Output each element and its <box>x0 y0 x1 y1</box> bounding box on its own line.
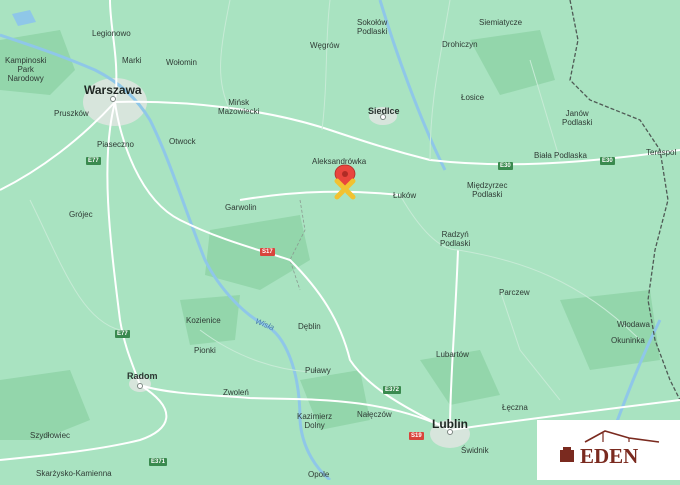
city-label-siemiatycze[interactable]: Siemiatycze <box>479 18 522 27</box>
city-label-siedlce[interactable]: Siedlce <box>368 107 400 116</box>
road-shield-e77-south: E77 <box>115 330 130 338</box>
city-label-sokolow-podlaski[interactable]: Sokołów Podlaski <box>357 18 387 36</box>
road-shield-e30-east: E30 <box>600 157 615 165</box>
city-label-drohiczyn[interactable]: Drohiczyn <box>442 40 478 49</box>
city-label-lubartow[interactable]: Lubartów <box>436 350 469 359</box>
city-label-wlodawa[interactable]: Włodawa <box>617 320 650 329</box>
road-shield-e30: E30 <box>498 162 513 170</box>
road-shield-s17: S17 <box>260 248 275 256</box>
city-label-wegrow[interactable]: Węgrów <box>310 41 339 50</box>
city-label-biala-podlaska[interactable]: Biała Podlaska <box>534 151 587 160</box>
city-label-garwolin[interactable]: Garwolin <box>225 203 257 212</box>
city-label-janow-podlaski[interactable]: Janów Podlaski <box>562 109 592 127</box>
city-label-naleczow[interactable]: Nałęczów <box>357 410 392 419</box>
city-label-legionowo[interactable]: Legionowo <box>92 29 131 38</box>
road-shield-s19: S19 <box>409 432 424 440</box>
city-label-deblin[interactable]: Dęblin <box>298 322 321 331</box>
city-label-skarzysko-kamienna[interactable]: Skarżysko-Kamienna <box>36 469 112 478</box>
map-canvas[interactable] <box>0 0 680 480</box>
city-label-wolomin[interactable]: Wołomin <box>166 58 197 67</box>
road-shield-e77: E77 <box>86 157 101 165</box>
city-label-marki[interactable]: Marki <box>122 56 142 65</box>
city-label-lukow[interactable]: Łuków <box>393 191 416 200</box>
location-pin-icon[interactable] <box>330 163 360 203</box>
city-label-warszawa[interactable]: Warszawa <box>84 84 142 97</box>
city-label-pruszkow[interactable]: Pruszków <box>54 109 89 118</box>
eden-logo-mark-icon: EDEN <box>560 430 660 468</box>
city-label-radzyn-podlaski[interactable]: Radzyń Podlaski <box>440 230 470 248</box>
city-label-otwock[interactable]: Otwock <box>169 137 196 146</box>
road-shield-e372: E372 <box>383 386 402 394</box>
city-label-kozienice[interactable]: Kozienice <box>186 316 221 325</box>
city-label-opole[interactable]: Opole <box>308 470 329 479</box>
city-label-minsk-mazowiecki[interactable]: Mińsk Mazowiecki <box>218 98 259 116</box>
city-label-leczna[interactable]: Łęczna <box>502 403 528 412</box>
city-label-grojec[interactable]: Grójec <box>69 210 93 219</box>
park-label-kampinoski[interactable]: Kampinoski Park Narodowy <box>5 56 46 83</box>
city-label-parczew[interactable]: Parczew <box>499 288 530 297</box>
city-label-piaseczno[interactable]: Piaseczno <box>97 140 134 149</box>
city-label-okuninka[interactable]: Okuninka <box>611 336 645 345</box>
city-label-miedzyrzec-podlaski[interactable]: Międzyrzec Podlaski <box>467 181 507 199</box>
eden-logo-text: EDEN <box>580 444 638 468</box>
road-shield-e371: E371 <box>149 458 168 466</box>
city-label-zwolen[interactable]: Zwoleń <box>223 388 249 397</box>
city-label-losice[interactable]: Łosice <box>461 93 484 102</box>
city-label-lublin[interactable]: Lublin <box>432 418 468 431</box>
eden-logo: EDEN <box>537 420 680 480</box>
city-label-kazimierz-dolny[interactable]: Kazimierz Dolny <box>297 412 332 430</box>
city-label-szydlowiec[interactable]: Szydłowiec <box>30 431 70 440</box>
city-label-pulawy[interactable]: Puławy <box>305 366 331 375</box>
city-label-pionki[interactable]: Pionki <box>194 346 216 355</box>
city-label-swidnik[interactable]: Świdnik <box>461 446 489 455</box>
city-label-radom[interactable]: Radom <box>127 372 158 381</box>
city-label-terespol[interactable]: Terespol <box>646 148 676 157</box>
